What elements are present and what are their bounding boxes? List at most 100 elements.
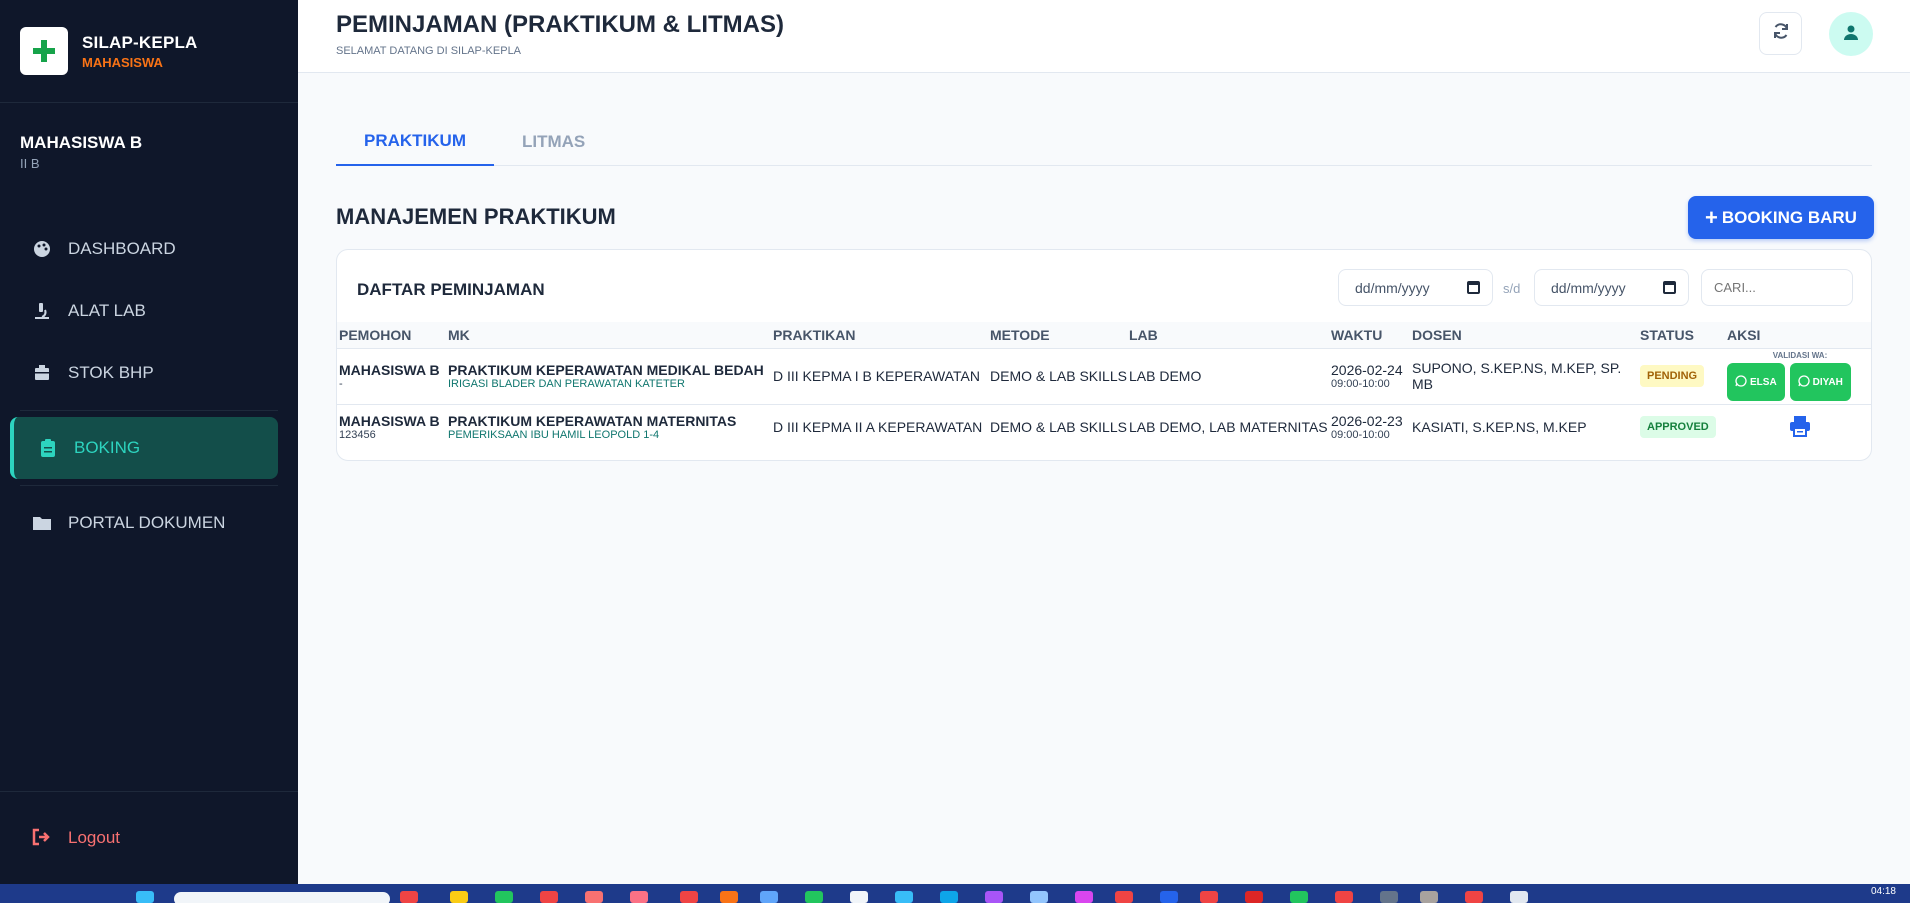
app-icon[interactable] [805,891,823,903]
user-avatar-button[interactable] [1829,12,1873,56]
sidebar-item-label: ALAT LAB [68,301,146,320]
new-booking-button[interactable]: + BOOKING BARU [1688,196,1874,239]
date-range-separator: s/d [1503,281,1521,296]
table-row: MAHASISWA B- PRAKTIKUM KEPERAWATAN MEDIK… [337,348,1871,404]
section-title: MANAJEMEN PRAKTIKUM [336,204,616,229]
tabs: PRAKTIKUM LITMAS [336,118,1872,166]
folder-icon[interactable] [450,891,468,903]
app-icon[interactable] [585,891,603,903]
table-header-row: PEMOHON MK PRAKTIKAN METODE LAB WAKTU DO… [337,322,1871,348]
sidebar-item-label: BOKING [74,438,141,457]
app-icon[interactable] [495,891,513,903]
calendar-icon [1663,281,1676,294]
sidebar-item-boking[interactable]: BOKING [10,417,278,479]
whatsapp-icon [1798,374,1810,390]
app-icon[interactable] [1290,891,1308,903]
column-header: DOSEN [1412,326,1462,343]
app-icon[interactable] [985,891,1003,903]
tab-litmas[interactable]: LITMAS [494,118,613,166]
pemohon-name: MAHASISWA B [339,413,440,430]
dosen-cell: SUPONO, S.KEP.NS, M.KEP, SP. MB [1412,360,1622,392]
app-icon[interactable] [1380,891,1398,903]
dosen-cell: KASIATI, S.KEP.NS, M.KEP [1412,419,1587,436]
whatsapp-label: DIYAH [1812,376,1843,388]
date-from-input[interactable]: dd/mm/yyyy [1338,269,1493,306]
praktikan-cell: D III KEPMA II A KEPERAWATAN [773,419,983,436]
app-icon[interactable] [400,891,418,903]
app-icon[interactable] [1465,891,1483,903]
validasi-label: VALIDASI WA: [1772,351,1828,360]
app-icon[interactable] [1075,891,1093,903]
brand: SILAP-KEPLA MAHASISWA [0,0,298,103]
sidebar-item-alat-lab[interactable]: ALAT LAB [0,280,298,342]
app-icon[interactable] [1115,891,1133,903]
user-class: II B [20,156,40,171]
taskbar-clock: 04:18 [1870,886,1896,897]
app-icon[interactable] [940,891,958,903]
whatsapp-diyah-button[interactable]: DIYAH [1789,363,1851,401]
folder-icon [32,513,52,533]
time-cell: 09:00-10:00 [1331,378,1390,390]
microscope-icon [32,301,52,321]
metode-cell: DEMO & LAB SKILLS [990,368,1127,384]
windows-start-icon[interactable] [136,891,154,903]
sidebar-item-portal-dokumen[interactable]: PORTAL DOKUMEN [0,492,298,554]
sidebar-item-stok-bhp[interactable]: STOK BHP [0,342,298,404]
mk-name: PRAKTIKUM KEPERAWATAN MEDIKAL BEDAH [448,362,764,378]
brand-role: MAHASISWA [82,54,163,70]
palette-icon [32,239,52,259]
list-title: DAFTAR PEMINJAMAN [357,280,545,299]
app-icon[interactable] [720,891,738,903]
app-icon[interactable] [760,891,778,903]
date-cell: 2026-02-24 [1331,362,1403,378]
app-icon[interactable] [1420,891,1438,903]
calendar-icon [1467,281,1480,294]
column-header: PRAKTIKAN [773,326,856,343]
app-icon[interactable] [850,891,868,903]
pemohon-id: 123456 [339,429,376,442]
mk-name: PRAKTIKUM KEPERAWATAN MATERNITAS [448,413,737,430]
print-button[interactable] [1727,415,1871,440]
user-icon [1843,24,1859,45]
sidebar-item-dashboard[interactable]: DASHBOARD [0,218,298,280]
booking-list-card: DAFTAR PEMINJAMAN dd/mm/yyyy s/d dd/mm/y… [336,249,1872,461]
app-icon[interactable] [1160,891,1178,903]
printer-icon [1789,415,1811,440]
status-badge: PENDING [1640,365,1705,387]
search-input[interactable] [1701,269,1853,306]
sidebar-item-label: PORTAL DOKUMEN [68,513,226,532]
app-icon[interactable] [1030,891,1048,903]
column-header: STATUS [1640,326,1694,343]
refresh-button[interactable] [1759,12,1802,55]
sidebar-item-label: DASHBOARD [68,239,176,258]
page-title: PEMINJAMAN (PRAKTIKUM & LITMAS) [336,11,784,38]
whatsapp-elsa-button[interactable]: ELSA [1727,363,1785,401]
logout-button[interactable]: Logout [0,791,298,884]
app-icon[interactable] [540,891,558,903]
app-icon[interactable] [680,891,698,903]
lab-cell: LAB DEMO [1129,368,1202,384]
date-to-input[interactable]: dd/mm/yyyy [1534,269,1689,306]
column-header: METODE [990,326,1050,343]
app-icon[interactable] [1200,891,1218,903]
app-icon[interactable] [895,891,913,903]
mk-topic: IRIGASI BLADER DAN PERAWATAN KATETER [448,378,685,390]
main-content: PRAKTIKUM LITMAS MANAJEMEN PRAKTIKUM + B… [298,73,1910,884]
brand-title: SILAP-KEPLA [82,32,198,52]
column-header: PEMOHON [339,326,412,343]
user-name: MAHASISWA B [20,133,143,152]
app-icon[interactable] [1335,891,1353,903]
app-icon[interactable] [1510,891,1528,903]
column-header: AKSI [1727,326,1761,343]
app-icon[interactable] [1245,891,1263,903]
sidebar-item-label: STOK BHP [68,363,154,382]
taskbar-search[interactable] [174,892,390,903]
app-icon[interactable] [630,891,648,903]
pemohon-id: - [339,378,343,390]
date-to-placeholder: dd/mm/yyyy [1551,279,1626,296]
sidebar: SILAP-KEPLA MAHASISWA MAHASISWA B II B D… [0,0,298,884]
tab-praktikum[interactable]: PRAKTIKUM [336,118,494,166]
lab-cell: LAB DEMO, LAB MATERNITAS [1129,419,1328,436]
logout-label: Logout [68,828,120,847]
whatsapp-label: ELSA [1750,376,1777,388]
